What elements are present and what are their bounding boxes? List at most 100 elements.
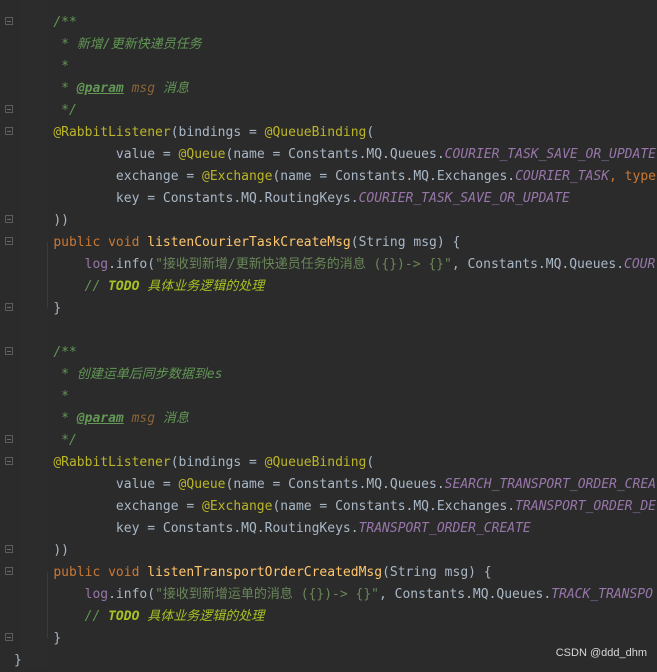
fold-marker-icon[interactable]	[5, 237, 13, 245]
fold-marker-icon[interactable]	[5, 215, 13, 223]
method-name: listenTransportOrderCreatedMsg	[147, 565, 383, 580]
code-text: }	[53, 301, 62, 316]
code-text: (name = Constants.MQ.Queues.	[225, 147, 445, 162]
code-text: ))	[53, 213, 69, 228]
code-line: ))	[22, 210, 657, 232]
constant: COURIER_TASK_SAVE_OR_UPDATE	[358, 191, 570, 206]
code-line: log.info("接收到新增/更新快递员任务的消息 ({})-> {}", C…	[22, 254, 657, 276]
code-line: value = @Queue(name = Constants.MQ.Queue…	[22, 474, 657, 496]
code-editor[interactable]: /** * 新增/更新快递员任务 * * @param msg 消息 */ @R…	[14, 0, 657, 668]
keyword: public	[53, 235, 101, 250]
code-line: * 新增/更新快递员任务	[22, 34, 657, 56]
code-line: // TODO 具体业务逻辑的处理	[22, 276, 657, 298]
fold-marker-icon[interactable]	[5, 567, 13, 575]
param-tag: @param	[76, 411, 124, 426]
code-line: ))	[22, 540, 657, 562]
code-line: @RabbitListener(bindings = @QueueBinding…	[22, 452, 657, 474]
todo-label: TODO	[108, 609, 140, 624]
param-tag: @param	[76, 81, 124, 96]
code-line: /**	[22, 342, 657, 364]
param-name: msg	[131, 81, 156, 96]
code-text: }	[14, 653, 22, 668]
code-text: , Constants.MQ.Queues.	[451, 257, 625, 272]
fold-marker-icon[interactable]	[5, 347, 13, 355]
constant: COUR	[624, 257, 656, 272]
editor-gutter	[0, 0, 22, 667]
fold-marker-icon[interactable]	[5, 457, 13, 465]
doc-comment: */	[61, 433, 77, 448]
fold-marker-icon[interactable]	[5, 17, 13, 25]
doc-comment: * 创建运单后同步数据到es	[61, 367, 223, 382]
fold-marker-icon[interactable]	[5, 545, 13, 553]
constant: TRACK_TRANSPO	[551, 587, 653, 602]
code-line: *	[22, 386, 657, 408]
fold-marker-icon[interactable]	[5, 105, 13, 113]
fold-marker-icon[interactable]	[5, 127, 13, 135]
code-text: value =	[115, 147, 179, 162]
doc-comment: *	[61, 389, 69, 404]
watermark: CSDN @ddd_dhm	[555, 647, 647, 659]
param-name: msg	[131, 411, 156, 426]
code-line: /**	[22, 12, 657, 34]
code-line: * @param msg 消息	[22, 408, 657, 430]
keyword: void	[108, 565, 140, 580]
code-line: * 创建运单后同步数据到es	[22, 364, 657, 386]
annotation: @Exchange	[202, 169, 273, 184]
doc-comment: /**	[53, 15, 77, 30]
code-line: key = Constants.MQ.RoutingKeys.COURIER_T…	[22, 188, 657, 210]
fold-marker-icon[interactable]	[5, 435, 13, 443]
constant: SEARCH_TRANSPORT_ORDER_CREA	[444, 477, 656, 492]
code-line: key = Constants.MQ.RoutingKeys.TRANSPORT…	[22, 518, 657, 540]
doc-comment: * 新增/更新快递员任务	[61, 37, 202, 52]
code-line: }	[22, 298, 657, 320]
constant: COURIER_TASK_SAVE_OR_UPDATE	[444, 147, 656, 162]
code-text: (bindings =	[170, 455, 265, 470]
doc-comment: *	[61, 81, 77, 96]
code-line: // TODO 具体业务逻辑的处理	[22, 606, 657, 628]
code-text: (	[366, 455, 375, 470]
todo-text: 具体业务逻辑的处理	[139, 279, 265, 294]
param-description: 消息	[162, 81, 189, 96]
code-text: key = Constants.MQ.RoutingKeys.	[115, 521, 359, 536]
field: log	[84, 587, 109, 602]
code-line: *	[22, 56, 657, 78]
annotation: @Queue	[178, 477, 226, 492]
keyword: public	[53, 565, 101, 580]
code-line: */	[22, 430, 657, 452]
code-line: exchange = @Exchange(name = Constants.MQ…	[22, 166, 657, 188]
code-text: }	[53, 631, 62, 646]
code-line: public void listenCourierTaskCreateMsg(S…	[22, 232, 657, 254]
code-text: , type	[609, 169, 656, 184]
annotation: @Exchange	[202, 499, 273, 514]
string-literal: "接收到新增/更新快递员任务的消息 ({})-> {}"	[155, 257, 452, 272]
constant: TRANSPORT_ORDER_CREATE	[358, 521, 531, 536]
code-text: exchange =	[115, 499, 203, 514]
code-line: value = @Queue(name = Constants.MQ.Queue…	[22, 144, 657, 166]
doc-comment: *	[61, 59, 69, 74]
doc-comment: */	[61, 103, 77, 118]
code-text: value =	[115, 477, 179, 492]
code-text: key = Constants.MQ.RoutingKeys.	[115, 191, 359, 206]
code-text: .info(	[108, 257, 156, 272]
annotation: @RabbitListener	[53, 125, 171, 140]
code-text: (name = Constants.MQ.Exchanges.	[272, 169, 516, 184]
fold-marker-icon[interactable]	[5, 303, 13, 311]
code-text: , Constants.MQ.Queues.	[379, 587, 552, 602]
code-line: log.info("接收到新增运单的消息 ({})-> {}", Constan…	[22, 584, 657, 606]
doc-comment: /**	[53, 345, 77, 360]
annotation: @QueueBinding	[264, 455, 367, 470]
code-text: (name = Constants.MQ.Queues.	[225, 477, 445, 492]
code-text: (String msg) {	[350, 235, 461, 250]
code-line: * @param msg 消息	[22, 78, 657, 100]
constant: COURIER_TASK	[515, 169, 610, 184]
code-line: @RabbitListener(bindings = @QueueBinding…	[22, 122, 657, 144]
code-text: (name = Constants.MQ.Exchanges.	[272, 499, 516, 514]
param-description: 消息	[162, 411, 189, 426]
annotation: @RabbitListener	[53, 455, 171, 470]
code-line: exchange = @Exchange(name = Constants.MQ…	[22, 496, 657, 518]
fold-marker-icon[interactable]	[5, 633, 13, 641]
string-literal: "接收到新增运单的消息 ({})-> {}"	[155, 587, 379, 602]
keyword: void	[108, 235, 140, 250]
todo-text: 具体业务逻辑的处理	[139, 609, 265, 624]
doc-comment: *	[61, 411, 77, 426]
